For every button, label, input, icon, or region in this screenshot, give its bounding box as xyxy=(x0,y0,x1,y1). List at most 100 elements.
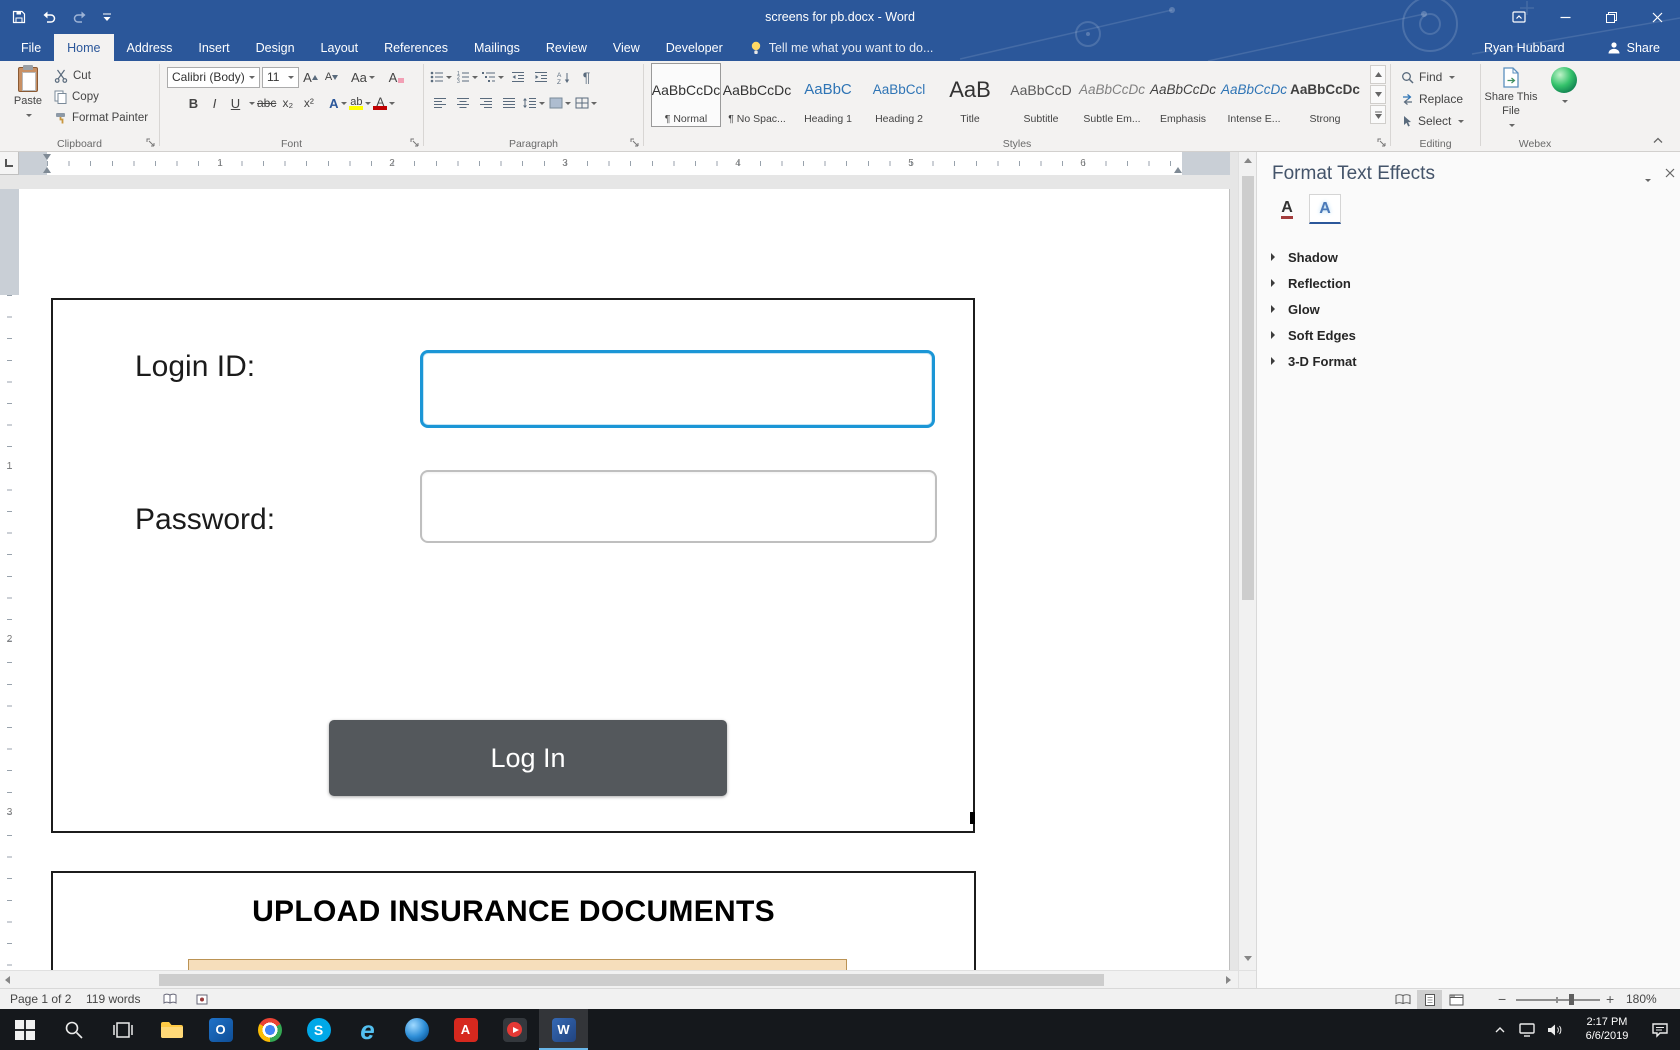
share-this-file-button[interactable]: Share This File xyxy=(1483,63,1539,131)
highlight-button[interactable]: ab xyxy=(349,92,371,114)
word-taskbar-button[interactable]: W xyxy=(539,1009,588,1050)
customize-quick-access-icon[interactable] xyxy=(103,13,111,22)
style-intense-emphasis[interactable]: AaBbCcDcIntense E... xyxy=(1219,63,1289,127)
bold-button[interactable]: B xyxy=(184,92,203,114)
collapse-ribbon-icon[interactable] xyxy=(1652,136,1664,144)
restore-icon[interactable] xyxy=(1588,0,1634,34)
line-spacing-button[interactable] xyxy=(522,92,545,114)
minimize-icon[interactable] xyxy=(1542,0,1588,34)
style-emphasis[interactable]: AaBbCcDcEmphasis xyxy=(1148,63,1218,127)
justify-button[interactable] xyxy=(499,92,518,114)
tab-developer[interactable]: Developer xyxy=(653,34,736,61)
superscript-button[interactable]: x² xyxy=(299,92,318,114)
font-color-button[interactable]: A xyxy=(373,92,395,114)
shading-button[interactable] xyxy=(549,92,571,114)
action-center-button[interactable] xyxy=(1646,1009,1674,1050)
macro-record-icon[interactable] xyxy=(196,989,208,1009)
style-subtle-emphasis[interactable]: AaBbCcDcSubtle Em... xyxy=(1077,63,1147,127)
scroll-left-icon[interactable] xyxy=(5,976,10,984)
scroll-right-icon[interactable] xyxy=(1226,976,1231,984)
three-d-format-section[interactable]: 3-D Format xyxy=(1271,350,1357,372)
file-explorer-button[interactable] xyxy=(147,1009,196,1050)
align-right-button[interactable] xyxy=(476,92,495,114)
zoom-slider-thumb[interactable] xyxy=(1569,994,1574,1005)
web-layout-icon[interactable] xyxy=(1444,990,1469,1009)
login-id-input[interactable] xyxy=(420,350,935,428)
print-layout-icon[interactable] xyxy=(1417,990,1442,1009)
zoom-slider-track[interactable] xyxy=(1516,999,1600,1001)
tray-chevron-button[interactable] xyxy=(1490,1009,1510,1050)
copy-button[interactable]: Copy xyxy=(54,87,99,107)
ribbon-display-options-icon[interactable] xyxy=(1496,0,1542,34)
styles-dialog-launcher-icon[interactable] xyxy=(1375,136,1387,148)
resize-handle[interactable] xyxy=(970,812,975,824)
tab-insert[interactable]: Insert xyxy=(185,34,242,61)
redo-icon[interactable] xyxy=(72,10,88,24)
show-marks-button[interactable]: ¶ xyxy=(577,66,596,88)
skype-button[interactable]: S xyxy=(294,1009,343,1050)
style-no-spacing[interactable]: AaBbCcDc¶ No Spac... xyxy=(722,63,792,127)
gallery-up-icon[interactable] xyxy=(1370,65,1386,84)
shrink-font-button[interactable]: A xyxy=(322,66,341,88)
scroll-down-icon[interactable] xyxy=(1244,956,1252,961)
find-button[interactable]: Find xyxy=(1401,67,1455,87)
sort-button[interactable]: AZ xyxy=(554,66,573,88)
video-player-button[interactable] xyxy=(490,1009,539,1050)
underline-dropdown-icon[interactable] xyxy=(249,102,255,108)
style-subtitle[interactable]: AaBbCcDSubtitle xyxy=(1006,63,1076,127)
text-effects-tab[interactable]: A xyxy=(1309,194,1341,224)
font-dialog-launcher-icon[interactable] xyxy=(408,136,420,148)
paste-button[interactable]: Paste xyxy=(5,63,51,131)
underline-button[interactable]: U xyxy=(226,92,245,114)
scroll-up-icon[interactable] xyxy=(1244,158,1252,163)
tell-me-box[interactable]: Tell me what you want to do... xyxy=(750,34,934,61)
horizontal-ruler[interactable]: 1 2 3 4 5 6 xyxy=(19,152,1238,175)
increase-indent-button[interactable] xyxy=(531,66,550,88)
tab-design[interactable]: Design xyxy=(243,34,308,61)
undo-icon[interactable] xyxy=(41,10,57,24)
pane-close-icon[interactable] xyxy=(1665,168,1675,178)
horizontal-scrollbar[interactable] xyxy=(0,970,1238,988)
zoom-out-icon[interactable]: − xyxy=(1498,989,1506,1009)
paragraph-dialog-launcher-icon[interactable] xyxy=(628,136,640,148)
format-painter-button[interactable]: Format Painter xyxy=(54,108,148,128)
first-line-indent-marker[interactable] xyxy=(43,154,51,160)
outlook-button[interactable]: O xyxy=(196,1009,245,1050)
pane-options-icon[interactable] xyxy=(1645,172,1651,190)
volume-tray-button[interactable] xyxy=(1542,1009,1568,1050)
tab-review[interactable]: Review xyxy=(533,34,600,61)
font-name-combo[interactable]: Calibri (Body) xyxy=(167,67,260,88)
zoom-level[interactable]: 180% xyxy=(1626,989,1657,1009)
word-count[interactable]: 119 words xyxy=(86,989,140,1009)
signed-in-user[interactable]: Ryan Hubbard xyxy=(1484,34,1565,61)
grow-font-button[interactable]: A xyxy=(301,66,320,88)
vertical-scroll-thumb[interactable] xyxy=(1242,176,1254,600)
borders-button[interactable] xyxy=(575,92,597,114)
network-tray-button[interactable] xyxy=(1514,1009,1540,1050)
webex-button[interactable] xyxy=(1543,63,1585,131)
vertical-scrollbar[interactable] xyxy=(1238,152,1256,970)
tab-layout[interactable]: Layout xyxy=(308,34,372,61)
right-indent-marker[interactable] xyxy=(1174,167,1182,173)
gallery-more-icon[interactable] xyxy=(1370,105,1386,124)
change-case-button[interactable]: Aa xyxy=(351,66,375,88)
start-button[interactable] xyxy=(0,1009,49,1050)
strikethrough-button[interactable]: abc xyxy=(257,92,276,114)
log-in-button[interactable]: Log In xyxy=(329,720,727,796)
decrease-indent-button[interactable] xyxy=(508,66,527,88)
read-mode-icon[interactable] xyxy=(1390,990,1415,1009)
clear-formatting-button[interactable]: A xyxy=(387,66,406,88)
style-title[interactable]: AaBTitle xyxy=(935,63,1005,127)
hanging-indent-marker[interactable] xyxy=(43,167,51,173)
close-icon[interactable] xyxy=(1634,0,1680,34)
document-page[interactable]: Login ID: Password: Log In UPLOAD INSURA… xyxy=(19,189,1230,970)
text-fill-outline-tab[interactable]: A xyxy=(1271,194,1303,224)
vertical-ruler[interactable]: 1 2 3 xyxy=(0,175,19,970)
tab-home[interactable]: Home xyxy=(54,34,113,61)
tab-references[interactable]: References xyxy=(371,34,461,61)
multilevel-list-button[interactable] xyxy=(482,66,504,88)
align-center-button[interactable] xyxy=(453,92,472,114)
font-size-combo[interactable]: 11 xyxy=(262,67,299,88)
taskbar-clock[interactable]: 2:17 PM6/6/2019 xyxy=(1570,1009,1644,1050)
style-heading-1[interactable]: AaBbCHeading 1 xyxy=(793,63,863,127)
